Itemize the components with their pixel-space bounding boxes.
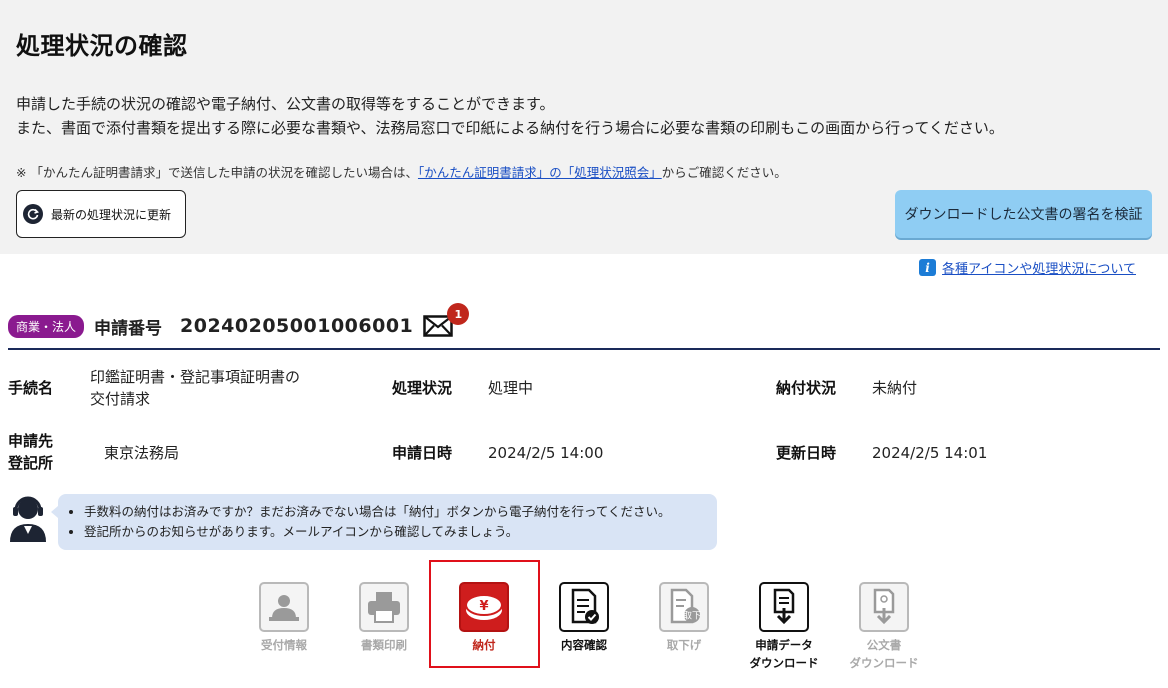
page-title: 処理状況の確認: [16, 32, 188, 60]
mail-button[interactable]: 1: [423, 303, 470, 337]
procedure-value-line-1: 印鑑証明書・登記事項証明書の: [90, 368, 301, 386]
application-header: 商業・法人 申請番号 20240205001006001 1: [8, 303, 1160, 350]
content-check-button[interactable]: 内容確認: [534, 582, 634, 654]
document-check-icon: [571, 588, 599, 624]
download-official-document-label-line-2: ダウンロード: [849, 656, 919, 670]
download-application-data-label: 申請データ ダウンロード: [734, 636, 834, 672]
office-label: 申請先 登記所: [8, 430, 53, 474]
withdraw-button[interactable]: 取下 取下げ: [634, 582, 734, 654]
notice-item-mail: 登記所からのお知らせがあります。メールアイコンから確認してみましょう。: [84, 522, 703, 542]
note-prefix: ※ 「かんたん証明書請求」で送信した申請の状況を確認したい場合は、: [16, 165, 418, 180]
withdraw-icon-text: 取下: [683, 611, 701, 622]
description-line-1: 申請した手続の状況の確認や電子納付、公文書の取得等をすることができます。: [16, 95, 555, 113]
payment-highlight-frame: [429, 560, 540, 668]
download-document-icon: [773, 588, 795, 625]
print-documents-label: 書類印刷: [361, 638, 407, 652]
withdraw-label: 取下げ: [666, 638, 702, 652]
office-value: 東京法務局: [104, 444, 180, 462]
details-grid: 手続名 印鑑証明書・登記事項証明書の 交付請求 処理状況 処理中 納付状況 未納…: [8, 362, 1160, 482]
payment-status-label: 納付状況: [776, 379, 837, 397]
procedure-value: 印鑑証明書・登記事項証明書の 交付請求: [90, 366, 300, 410]
mail-count-badge: 1: [447, 303, 470, 325]
payment-status-value: 未納付: [872, 379, 918, 397]
description: 申請した手続の状況の確認や電子納付、公文書の取得等をすることができます。 また、…: [16, 92, 1004, 140]
status-label: 処理状況: [392, 379, 453, 397]
top-panel: 処理状況の確認 申請した手続の状況の確認や電子納付、公文書の取得等をすることがで…: [0, 0, 1168, 254]
note-suffix: からご確認ください。: [661, 165, 787, 180]
operator-icon: [8, 494, 48, 544]
download-official-document-label-line-1: 公文書: [866, 638, 902, 652]
info-icon: i: [919, 259, 937, 276]
office-label-line-1: 申請先: [8, 432, 54, 450]
application-number-label: 申請番号: [94, 318, 163, 339]
submitted-value: 2024/2/5 14:00: [488, 444, 604, 462]
status-inquiry-link[interactable]: 「かんたん証明書請求」の「処理状況照会」: [418, 165, 662, 180]
category-badge: 商業・法人: [8, 314, 85, 338]
application-number: 20240205001006001: [180, 315, 414, 337]
person-icon: [269, 595, 299, 621]
content-check-label: 内容確認: [561, 638, 607, 652]
receipt-info-label: 受付情報: [261, 638, 307, 652]
download-application-data-label-line-2: ダウンロード: [749, 656, 819, 670]
updated-label: 更新日時: [776, 444, 837, 462]
download-application-data-label-line-1: 申請データ: [755, 638, 813, 652]
procedure-value-line-2: 交付請求: [90, 390, 151, 408]
description-line-2: また、書面で添付書類を提出する際に必要な書類や、法務局窓口で印紙による納付を行う…: [16, 119, 1004, 137]
download-official-document-button[interactable]: 公文書 ダウンロード: [834, 582, 934, 672]
notice-item-payment: 手数料の納付はお済みですか？まだお済みでない場合は「納付」ボタンから電子納付を行…: [84, 502, 703, 522]
download-official-document-label: 公文書 ダウンロード: [834, 636, 934, 672]
icon-help-link[interactable]: 各種アイコンや処理状況について: [942, 258, 1136, 277]
print-documents-button[interactable]: 書類印刷: [334, 582, 434, 654]
receipt-info-button[interactable]: 受付情報: [234, 582, 334, 654]
download-application-data-button[interactable]: 申請データ ダウンロード: [734, 582, 834, 672]
download-seal-document-icon: [873, 588, 895, 625]
office-label-line-2: 登記所: [8, 454, 54, 472]
updated-value: 2024/2/5 14:01: [872, 444, 988, 462]
icon-help: i 各種アイコンや処理状況について: [919, 258, 1136, 277]
note: ※ 「かんたん証明書請求」で送信した申請の状況を確認したい場合は、「かんたん証明…: [16, 162, 787, 181]
printer-icon: [368, 592, 400, 623]
procedure-label: 手続名: [8, 379, 54, 397]
submitted-label: 申請日時: [392, 444, 453, 462]
refresh-button-label: 最新の処理状況に更新: [51, 207, 172, 222]
notice-bubble: 手数料の納付はお済みですか？まだお済みでない場合は「納付」ボタンから電子納付を行…: [51, 494, 717, 550]
refresh-button[interactable]: 最新の処理状況に更新: [16, 190, 186, 238]
refresh-icon: [23, 204, 43, 224]
document-withdraw-icon: 取下: [670, 588, 701, 624]
status-value: 処理中: [488, 379, 534, 397]
verify-signature-button[interactable]: ダウンロードした公文書の署名を検証: [895, 190, 1152, 238]
action-bar: 受付情報 書類印刷 ¥ 納付 内容確認 取下 取下げ 申請データ ダウンロード …: [244, 560, 944, 680]
